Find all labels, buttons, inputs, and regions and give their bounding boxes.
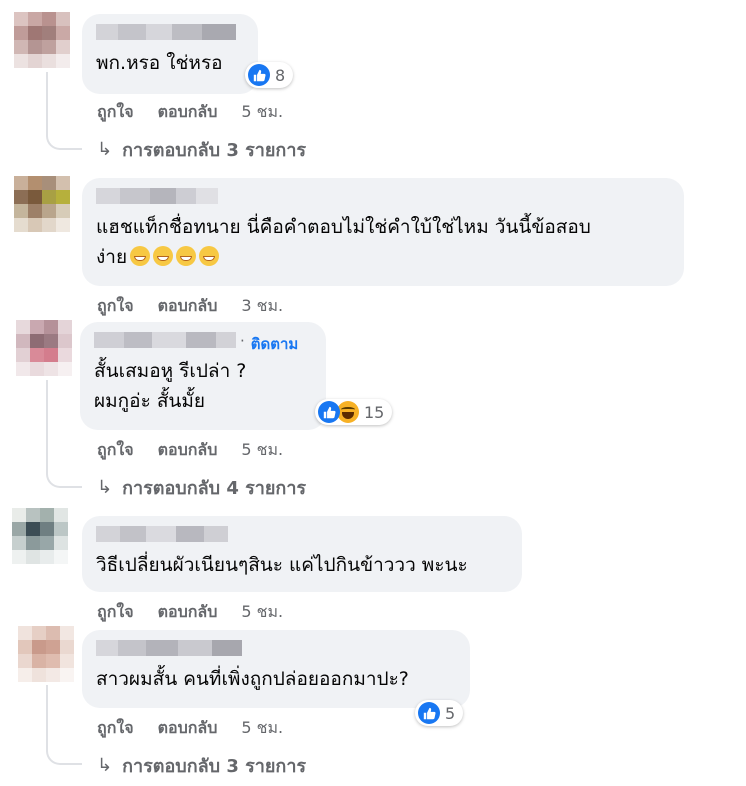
like-button[interactable]: ถูกใจ bbox=[97, 294, 134, 319]
thread-line bbox=[46, 380, 82, 488]
thread-line bbox=[46, 685, 82, 765]
reaction-count: 5 bbox=[445, 703, 456, 723]
author-name-blurred[interactable] bbox=[96, 525, 508, 543]
author-name-blurred[interactable] bbox=[96, 639, 456, 657]
grinning-emoji-icon bbox=[176, 246, 197, 266]
haha-icon bbox=[337, 401, 359, 423]
comment-actions: ถูกใจ ตอบกลับ 5 ชม. bbox=[97, 438, 307, 463]
reply-button[interactable]: ตอบกลับ bbox=[158, 600, 218, 625]
comment-text: สั้นเสมอหู รีเปล่า ? bbox=[94, 360, 247, 382]
timestamp[interactable]: 3 ชม. bbox=[241, 294, 283, 319]
thread-line bbox=[46, 72, 82, 150]
comment-text: แฮชแท็กชื่อทนาย นี่คือคำตอบไม่ใช่คำใบ้ใช… bbox=[96, 216, 591, 238]
like-button[interactable]: ถูกใจ bbox=[97, 100, 134, 125]
reaction-summary[interactable]: 15 bbox=[315, 399, 393, 425]
view-replies-button[interactable]: ↳ การตอบกลับ 4 รายการ bbox=[97, 473, 306, 502]
grinning-emoji-icon bbox=[199, 246, 220, 266]
grinning-emoji-icon bbox=[153, 246, 174, 266]
reply-button[interactable]: ตอบกลับ bbox=[158, 100, 218, 125]
comment-bubble: สาวผมสั้น คนที่เพิ่งถูกปล่อยออกมาปะ? bbox=[82, 630, 470, 708]
comment-actions: ถูกใจ ตอบกลับ 5 ชม. bbox=[97, 716, 307, 741]
view-replies-button[interactable]: ↳ การตอบกลับ 3 รายการ bbox=[97, 751, 306, 780]
follow-button[interactable]: ติดตาม bbox=[251, 332, 299, 353]
timestamp[interactable]: 5 ชม. bbox=[241, 600, 283, 625]
timestamp[interactable]: 5 ชม. bbox=[241, 438, 283, 463]
comment-actions: ถูกใจ ตอบกลับ 5 ชม. bbox=[97, 100, 307, 125]
author-name-blurred[interactable] bbox=[96, 23, 244, 41]
comment-text: ผมกูอ่ะ สั้นมั้ย bbox=[94, 390, 206, 412]
timestamp[interactable]: 5 ชม. bbox=[241, 100, 283, 125]
like-icon bbox=[418, 702, 440, 724]
like-button[interactable]: ถูกใจ bbox=[97, 600, 134, 625]
avatar[interactable] bbox=[14, 176, 70, 232]
comment-actions: ถูกใจ ตอบกลับ 3 ชม. bbox=[97, 294, 307, 319]
reply-button[interactable]: ตอบกลับ bbox=[158, 716, 218, 741]
replies-label: การตอบกลับ 4 รายการ bbox=[122, 478, 307, 499]
like-button[interactable]: ถูกใจ bbox=[97, 716, 134, 741]
reply-button[interactable]: ตอบกลับ bbox=[158, 294, 218, 319]
grinning-emoji-icon bbox=[130, 246, 151, 266]
avatar[interactable] bbox=[18, 626, 74, 682]
timestamp[interactable]: 5 ชม. bbox=[241, 716, 283, 741]
replies-label: การตอบกลับ 3 รายการ bbox=[122, 140, 307, 161]
like-icon bbox=[318, 401, 340, 423]
author-name-blurred[interactable] bbox=[96, 187, 670, 205]
avatar[interactable] bbox=[14, 12, 70, 68]
reaction-count: 8 bbox=[275, 65, 286, 85]
view-replies-button[interactable]: ↳ การตอบกลับ 3 รายการ bbox=[97, 135, 306, 164]
reply-arrow-icon: ↳ bbox=[97, 139, 113, 160]
comment-bubble: พก.หรอ ใช่หรอ bbox=[82, 14, 258, 94]
reaction-summary[interactable]: 8 bbox=[245, 62, 294, 88]
author-name-blurred: · ติดตาม bbox=[94, 331, 312, 353]
comment-bubble: แฮชแท็กชื่อทนาย นี่คือคำตอบไม่ใช่คำใบ้ใช… bbox=[82, 178, 684, 286]
comment-bubble: วิธีเปลี่ยนผัวเนียนๆสินะ แค่ไปกินข้าววว … bbox=[82, 516, 522, 592]
comment-text: วิธีเปลี่ยนผัวเนียนๆสินะ แค่ไปกินข้าววว … bbox=[96, 554, 468, 576]
reply-arrow-icon: ↳ bbox=[97, 477, 113, 498]
reply-button[interactable]: ตอบกลับ bbox=[158, 438, 218, 463]
comment-text-fragment: ง่าย bbox=[96, 246, 128, 268]
comment-text: สาวผมสั้น คนที่เพิ่งถูกปล่อยออกมาปะ? bbox=[96, 668, 409, 690]
comment-text: พก.หรอ ใช่หรอ bbox=[96, 52, 223, 74]
comment-text-line: ง่าย bbox=[96, 242, 670, 272]
avatar[interactable] bbox=[12, 508, 68, 564]
reply-arrow-icon: ↳ bbox=[97, 755, 113, 776]
separator-dot: · bbox=[240, 332, 245, 350]
replies-label: การตอบกลับ 3 รายการ bbox=[122, 756, 307, 777]
comment-bubble: · ติดตาม สั้นเสมอหู รีเปล่า ? ผมกูอ่ะ สั… bbox=[80, 322, 326, 430]
comment-actions: ถูกใจ ตอบกลับ 5 ชม. bbox=[97, 600, 307, 625]
avatar[interactable] bbox=[16, 320, 72, 376]
reaction-summary[interactable]: 5 bbox=[415, 700, 464, 726]
reaction-count: 15 bbox=[364, 402, 385, 422]
like-icon bbox=[248, 64, 270, 86]
like-button[interactable]: ถูกใจ bbox=[97, 438, 134, 463]
